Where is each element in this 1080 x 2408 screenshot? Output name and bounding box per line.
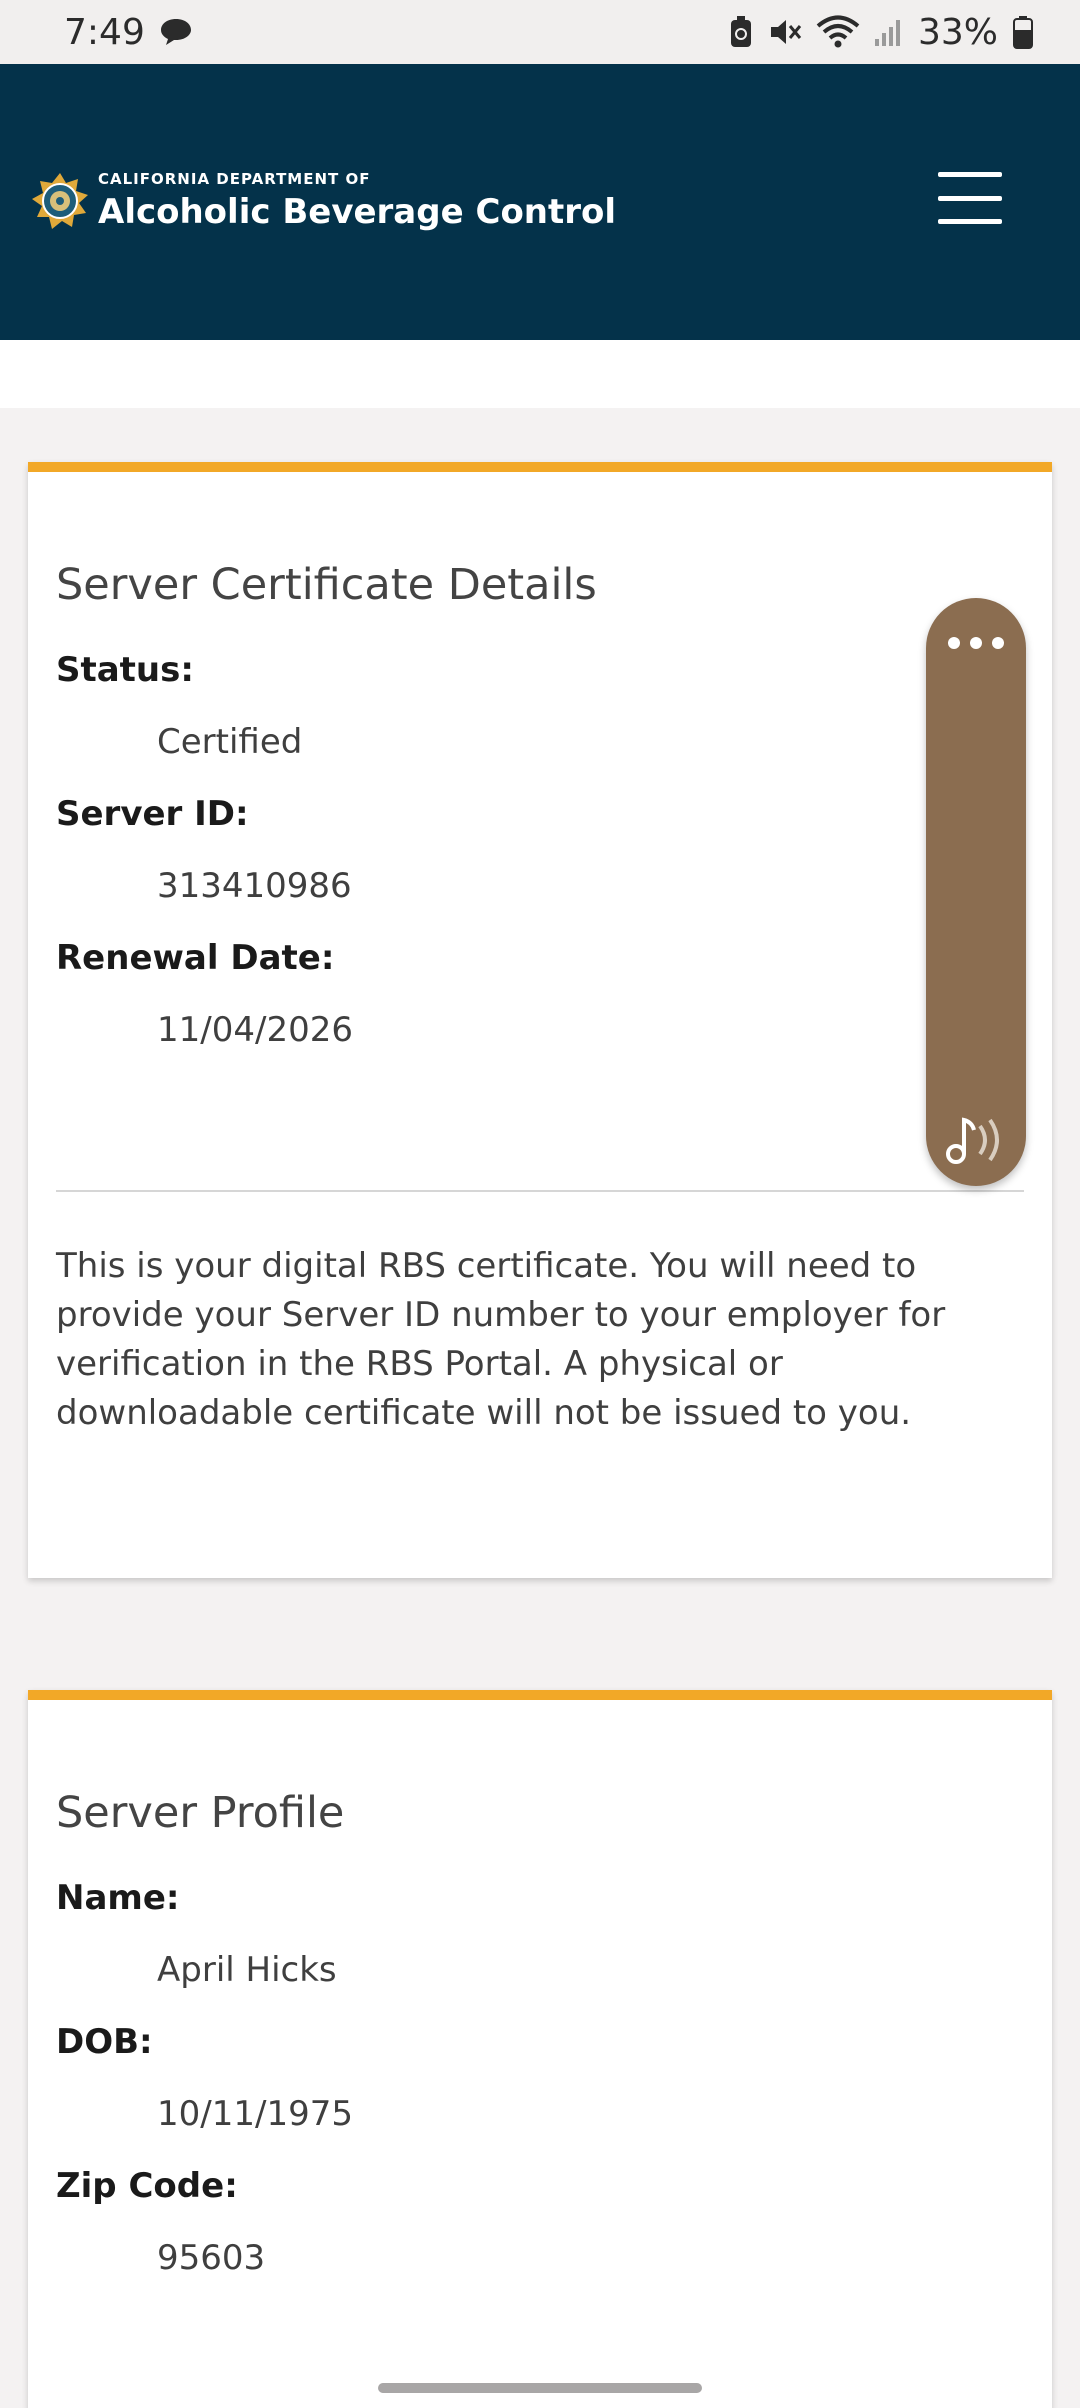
status-label: Status:: [56, 650, 194, 690]
status-right: 33%: [728, 12, 1034, 53]
site-header: CALIFORNIA DEPARTMENT OF Alcoholic Bever…: [0, 64, 1080, 340]
menu-line: [938, 219, 1002, 224]
menu-line: [938, 172, 1002, 177]
zip-code-value: 95603: [157, 2238, 266, 2278]
dot: [992, 637, 1004, 649]
battery-percent: 33%: [917, 11, 998, 53]
dob-label: DOB:: [56, 2022, 153, 2062]
name-label: Name:: [56, 1878, 180, 1918]
wifi-icon: [816, 15, 860, 49]
dot: [948, 637, 960, 649]
chat-bubble-icon: [159, 17, 193, 47]
logo-subtitle: CALIFORNIA DEPARTMENT OF: [98, 170, 371, 188]
logo-text: CALIFORNIA DEPARTMENT OF Alcoholic Bever…: [98, 170, 616, 232]
mute-icon: [768, 16, 802, 48]
dot: [970, 637, 982, 649]
battery-icon: [1012, 15, 1034, 49]
hamburger-menu-icon[interactable]: [938, 172, 1002, 224]
signal-icon: [874, 17, 904, 47]
server-id-value: 313410986: [157, 866, 352, 906]
renewal-date-label: Renewal Date:: [56, 938, 335, 978]
certificate-title: Server Certificate Details: [56, 560, 597, 610]
battery-saver-icon: [728, 15, 754, 49]
status-value: Certified: [157, 722, 303, 762]
certificate-note: This is your digital RBS certificate. Yo…: [56, 1246, 946, 1433]
status-bar: 7:49 33%: [0, 0, 1080, 64]
profile-title: Server Profile: [56, 1788, 345, 1838]
certificate-card: Server Certificate Details Status: Certi…: [28, 462, 1052, 1578]
clock: 7:49: [64, 11, 145, 53]
logo-title: Alcoholic Beverage Control: [98, 192, 617, 232]
renewal-date-value: 11/04/2026: [157, 1010, 353, 1050]
name-value: April Hicks: [157, 1950, 337, 1990]
abc-logo-link[interactable]: CALIFORNIA DEPARTMENT OF Alcoholic Bever…: [30, 170, 616, 232]
status-left: 7:49: [64, 12, 193, 53]
gesture-navigation-bar[interactable]: [378, 2383, 702, 2393]
zip-code-label: Zip Code:: [56, 2166, 238, 2206]
california-seal-icon: [32, 173, 88, 229]
server-id-label: Server ID:: [56, 794, 249, 834]
divider: [56, 1190, 1024, 1192]
dob-value: 10/11/1975: [157, 2094, 353, 2134]
music-sound-icon[interactable]: [944, 1112, 1008, 1168]
audio-reader-widget[interactable]: [926, 598, 1026, 1186]
more-options-icon[interactable]: [948, 628, 1004, 658]
profile-card: Server Profile Name: April Hicks DOB: 10…: [28, 1690, 1052, 2408]
header-spacer: [0, 340, 1080, 408]
menu-line: [938, 195, 1002, 201]
